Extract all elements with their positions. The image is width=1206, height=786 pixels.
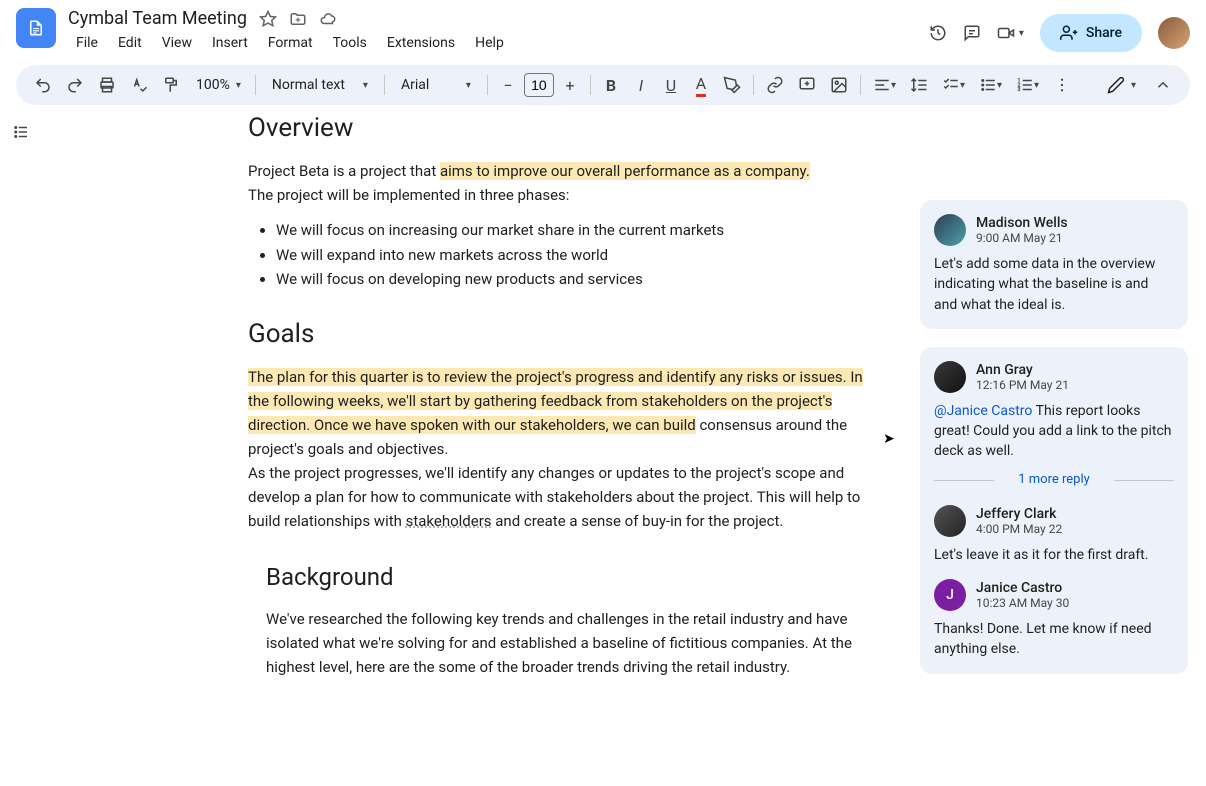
heading-overview: Overview <box>248 113 878 143</box>
move-icon[interactable] <box>289 10 307 28</box>
paint-format-button[interactable] <box>156 71 186 99</box>
list-item: We will expand into new markets across t… <box>276 244 878 267</box>
comment-timestamp: 10:23 AM May 30 <box>976 596 1069 610</box>
insert-image-button[interactable] <box>824 71 854 99</box>
font-size-increase[interactable]: + <box>556 71 584 99</box>
comment-body: Thanks! Done. Let me know if need anythi… <box>934 619 1174 660</box>
share-label: Share <box>1086 25 1122 41</box>
italic-button[interactable]: I <box>627 71 655 99</box>
comment-card[interactable]: Madison Wells 9:00 AM May 21 Let's add s… <box>920 200 1188 329</box>
comment-body: @Janice Castro This report looks great! … <box>934 401 1174 462</box>
font-select[interactable]: Arial▾ <box>391 73 481 97</box>
menu-insert[interactable]: Insert <box>204 31 256 55</box>
mouse-cursor-icon: ➤ <box>883 431 895 447</box>
comment-author: Ann Gray <box>976 362 1069 378</box>
comment-author: Madison Wells <box>976 215 1068 231</box>
menu-help[interactable]: Help <box>467 31 512 55</box>
heading-goals: Goals <box>248 319 878 349</box>
docs-logo-icon[interactable] <box>16 8 56 48</box>
menu-tools[interactable]: Tools <box>325 31 375 55</box>
comment-avatar: J <box>934 579 966 611</box>
comments-icon[interactable] <box>963 24 981 42</box>
comment-timestamp: 4:00 PM May 22 <box>976 522 1062 536</box>
numbered-list-button[interactable]: 123▾ <box>1010 71 1045 99</box>
share-button[interactable]: Share <box>1040 14 1142 52</box>
menu-format[interactable]: Format <box>260 31 321 55</box>
more-options-button[interactable] <box>1047 71 1077 99</box>
bold-button[interactable]: B <box>597 71 625 99</box>
comment-timestamp: 9:00 AM May 21 <box>976 231 1068 245</box>
comment-avatar <box>934 505 966 537</box>
more-replies-link[interactable]: 1 more reply <box>934 462 1174 499</box>
line-spacing-button[interactable] <box>904 71 934 99</box>
overview-paragraph-2: The project will be implemented in three… <box>248 183 878 207</box>
background-paragraph: We've researched the following key trend… <box>266 607 878 679</box>
outline-toggle-icon[interactable] <box>12 126 30 145</box>
cloud-status-icon[interactable] <box>319 10 337 28</box>
align-button[interactable]: ▾ <box>867 71 902 99</box>
insert-link-button[interactable] <box>760 71 790 99</box>
menu-view[interactable]: View <box>154 31 200 55</box>
comment-author: Jeffery Clark <box>976 506 1062 522</box>
zoom-select[interactable]: 100%▾ <box>188 73 249 97</box>
comment-timestamp: 12:16 PM May 21 <box>976 378 1069 392</box>
add-comment-button[interactable] <box>792 71 822 99</box>
star-icon[interactable] <box>259 10 277 28</box>
meet-button[interactable]: ▾ <box>997 24 1024 42</box>
comment-avatar <box>934 361 966 393</box>
toolbar: 100%▾ Normal text▾ Arial▾ − + B I U A ▾ … <box>16 65 1190 105</box>
menu-extensions[interactable]: Extensions <box>379 31 463 55</box>
menu-bar: File Edit View Insert Format Tools Exten… <box>68 31 917 55</box>
font-size-input[interactable] <box>524 73 554 97</box>
spellcheck-button[interactable] <box>124 71 154 99</box>
redo-button[interactable] <box>60 71 90 99</box>
goals-paragraph-2: As the project progresses, we'll identif… <box>248 461 878 533</box>
comment-author: Janice Castro <box>976 580 1069 596</box>
menu-file[interactable]: File <box>68 31 106 55</box>
overview-bullets: We will focus on increasing our market s… <box>248 219 878 291</box>
print-button[interactable] <box>92 71 122 99</box>
comments-panel: Madison Wells 9:00 AM May 21 Let's add s… <box>920 200 1188 674</box>
overview-paragraph: Project Beta is a project that aims to i… <box>248 159 878 183</box>
font-size-decrease[interactable]: − <box>494 71 522 99</box>
comment-body: Let's leave it as it for the first draft… <box>934 545 1174 565</box>
comment-avatar <box>934 214 966 246</box>
underline-button[interactable]: U <box>657 71 685 99</box>
history-icon[interactable] <box>929 24 947 42</box>
text-color-button[interactable]: A <box>687 71 715 99</box>
paragraph-style-select[interactable]: Normal text▾ <box>262 73 378 97</box>
bulleted-list-button[interactable]: ▾ <box>973 71 1008 99</box>
collapse-toolbar-button[interactable] <box>1148 71 1178 99</box>
document-title[interactable]: Cymbal Team Meeting <box>68 8 247 29</box>
menu-edit[interactable]: Edit <box>110 31 150 55</box>
document-body[interactable]: Overview Project Beta is a project that … <box>248 113 878 679</box>
undo-button[interactable] <box>28 71 58 99</box>
highlight-color-button[interactable] <box>717 71 747 99</box>
comment-card[interactable]: Ann Gray 12:16 PM May 21 @Janice Castro … <box>920 347 1188 674</box>
list-item: We will focus on increasing our market s… <box>276 219 878 242</box>
user-avatar[interactable] <box>1158 17 1190 49</box>
goals-paragraph-1: The plan for this quarter is to review t… <box>248 365 878 461</box>
list-item: We will focus on developing new products… <box>276 268 878 291</box>
comment-body: Let's add some data in the overview indi… <box>934 254 1174 315</box>
svg-text:3: 3 <box>1018 87 1021 93</box>
mention-link[interactable]: @Janice Castro <box>934 403 1032 419</box>
editing-mode-button[interactable]: ▾ <box>1097 72 1146 98</box>
checklist-button[interactable]: ▾ <box>936 71 971 99</box>
heading-background: Background <box>266 563 878 591</box>
